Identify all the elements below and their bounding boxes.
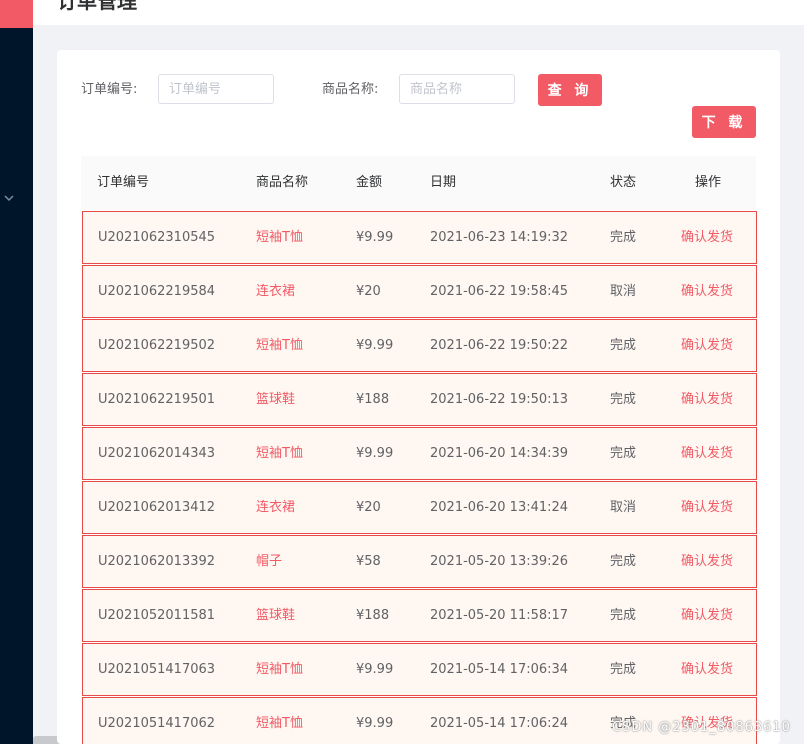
table-row: U2021062014343 短袖T恤 ¥9.99 2021-06-20 14:…	[82, 427, 757, 480]
product-link[interactable]: 短袖T恤	[256, 320, 303, 371]
product-link[interactable]: 篮球鞋	[256, 374, 295, 425]
status-cell: 完成	[610, 230, 637, 245]
status-cell: 取消	[610, 500, 637, 515]
confirm-shipment-button[interactable]: 确认发货	[681, 590, 733, 641]
chevron-down-icon[interactable]	[4, 190, 14, 206]
table-row: U2021062013412 连衣裙 ¥20 2021-06-20 13:41:…	[82, 481, 757, 534]
column-header-status: 状态	[610, 175, 637, 190]
status-cell: 完成	[610, 338, 637, 353]
column-header-action: 操作	[695, 175, 722, 190]
table-header: 订单编号 商品名称 金额 日期 状态 操作	[81, 156, 756, 210]
status-cell: 完成	[610, 446, 637, 461]
product-link[interactable]: 连衣裙	[256, 482, 295, 533]
date-cell: 2021-06-20 13:41:24	[430, 500, 569, 515]
product-link[interactable]: 短袖T恤	[256, 428, 303, 479]
product-link[interactable]: 短袖T恤	[256, 698, 303, 744]
amount-cell: ¥9.99	[356, 716, 394, 731]
product-link[interactable]: 短袖T恤	[256, 212, 303, 263]
product-name-input[interactable]	[399, 74, 515, 104]
order-id-cell: U2021062310545	[98, 230, 216, 245]
sidebar	[0, 0, 33, 744]
date-cell: 2021-06-22 19:58:45	[430, 284, 569, 299]
order-id-input[interactable]	[158, 74, 274, 104]
product-link[interactable]: 短袖T恤	[256, 644, 303, 695]
confirm-shipment-button[interactable]: 确认发货	[681, 644, 733, 695]
page-title: 订单管理	[57, 0, 137, 13]
column-header-amount: 金额	[356, 175, 383, 190]
date-cell: 2021-05-14 17:06:24	[430, 716, 569, 731]
column-header-product: 商品名称	[256, 175, 309, 190]
amount-cell: ¥188	[356, 608, 390, 623]
query-button[interactable]: 查 询	[538, 74, 602, 106]
sidebar-active-indicator	[0, 0, 33, 28]
order-id-label: 订单编号:	[81, 82, 138, 97]
download-button[interactable]: 下 载	[692, 106, 756, 138]
date-cell: 2021-05-14 17:06:34	[430, 662, 569, 677]
table-row: U2021062310545 短袖T恤 ¥9.99 2021-06-23 14:…	[82, 211, 757, 264]
confirm-shipment-button[interactable]: 确认发货	[681, 320, 733, 371]
status-cell: 完成	[610, 662, 637, 677]
amount-cell: ¥20	[356, 284, 381, 299]
date-cell: 2021-06-22 19:50:22	[430, 338, 569, 353]
order-id-cell: U2021062014343	[98, 446, 216, 461]
order-id-cell: U2021052011581	[98, 608, 216, 623]
table-row: U2021062219502 短袖T恤 ¥9.99 2021-06-22 19:…	[82, 319, 757, 372]
order-id-cell: U2021062013392	[98, 554, 216, 569]
order-id-cell: U2021062219501	[98, 392, 216, 407]
product-link[interactable]: 连衣裙	[256, 266, 295, 317]
csdn-watermark: CSDN @2301_80863610	[612, 720, 791, 735]
table-row: U2021052011581 篮球鞋 ¥188 2021-05-20 11:58…	[82, 589, 757, 642]
amount-cell: ¥9.99	[356, 662, 394, 677]
column-header-date: 日期	[430, 175, 457, 190]
top-header: 订单管理	[33, 0, 804, 25]
status-cell: 完成	[610, 608, 637, 623]
product-name-label: 商品名称:	[322, 82, 379, 97]
date-cell: 2021-06-22 19:50:13	[430, 392, 569, 407]
date-cell: 2021-06-20 14:34:39	[430, 446, 569, 461]
date-cell: 2021-05-20 13:39:26	[430, 554, 569, 569]
product-link[interactable]: 帽子	[256, 536, 282, 587]
table-row: U2021051417063 短袖T恤 ¥9.99 2021-05-14 17:…	[82, 643, 757, 696]
amount-cell: ¥9.99	[356, 230, 394, 245]
order-id-cell: U2021062219502	[98, 338, 216, 353]
table-row: U2021062013392 帽子 ¥58 2021-05-20 13:39:2…	[82, 535, 757, 588]
confirm-shipment-button[interactable]: 确认发货	[681, 482, 733, 533]
status-cell: 完成	[610, 554, 637, 569]
amount-cell: ¥20	[356, 500, 381, 515]
order-id-cell: U2021051417062	[98, 716, 216, 731]
table-row: U2021062219584 连衣裙 ¥20 2021-06-22 19:58:…	[82, 265, 757, 318]
date-cell: 2021-05-20 11:58:17	[430, 608, 569, 623]
table-row: U2021062219501 篮球鞋 ¥188 2021-06-22 19:50…	[82, 373, 757, 426]
amount-cell: ¥9.99	[356, 446, 394, 461]
amount-cell: ¥9.99	[356, 338, 394, 353]
product-link[interactable]: 篮球鞋	[256, 590, 295, 641]
confirm-shipment-button[interactable]: 确认发货	[681, 212, 733, 263]
date-cell: 2021-06-23 14:19:32	[430, 230, 569, 245]
confirm-shipment-button[interactable]: 确认发货	[681, 374, 733, 425]
confirm-shipment-button[interactable]: 确认发货	[681, 428, 733, 479]
content-card: 订单编号: 商品名称: 查 询 下 载 订单编号 商品名称 金额 日期 状态 操…	[57, 50, 780, 744]
confirm-shipment-button[interactable]: 确认发货	[681, 536, 733, 587]
order-id-cell: U2021051417063	[98, 662, 216, 677]
order-id-cell: U2021062219584	[98, 284, 216, 299]
status-cell: 取消	[610, 284, 637, 299]
confirm-shipment-button[interactable]: 确认发货	[681, 266, 733, 317]
order-id-cell: U2021062013412	[98, 500, 216, 515]
amount-cell: ¥58	[356, 554, 381, 569]
column-header-order-id: 订单编号	[97, 175, 150, 190]
status-cell: 完成	[610, 392, 637, 407]
amount-cell: ¥188	[356, 392, 390, 407]
